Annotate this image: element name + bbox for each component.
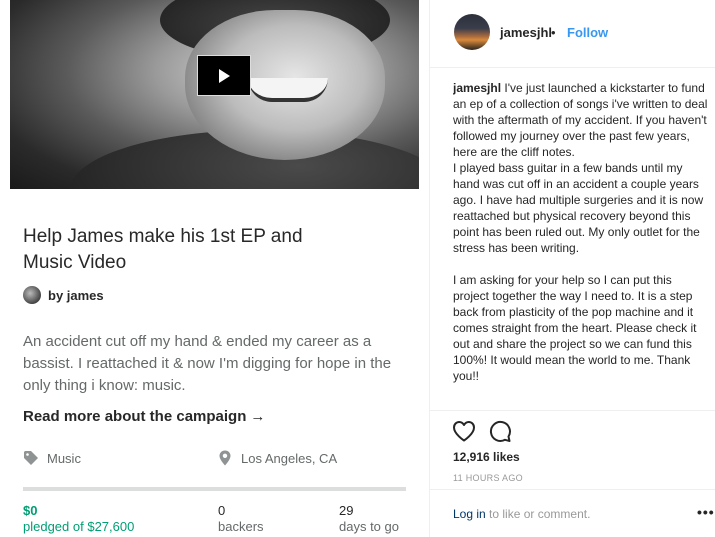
backers-label: backers — [218, 519, 264, 534]
read-more-link[interactable]: Read more about the campaign → — [23, 408, 265, 425]
play-button[interactable] — [197, 55, 251, 96]
kickstarter-card: Help James make his 1st EP and Music Vid… — [0, 0, 428, 537]
location-link[interactable]: Los Angeles, CA — [217, 450, 337, 466]
arrow-right-icon: → — [250, 408, 266, 425]
category-label: Music — [47, 450, 81, 466]
location-label: Los Angeles, CA — [241, 450, 338, 466]
pledged-amount: $0 — [23, 503, 38, 518]
instagram-panel: jamesjhl • Follow jamesjhl I've just lau… — [429, 0, 715, 537]
more-options-icon[interactable]: ••• — [697, 504, 715, 520]
user-avatar[interactable] — [454, 14, 490, 50]
follow-button[interactable]: Follow — [567, 25, 608, 40]
post-caption[interactable]: jamesjhl I've just launched a kickstarte… — [453, 80, 711, 408]
campaign-blurb: An accident cut off my hand & ended my c… — [23, 333, 392, 394]
login-divider — [430, 489, 715, 490]
stat-backers: 0 backers — [218, 503, 264, 535]
backers-count: 0 — [218, 503, 226, 518]
funding-progress-bar — [23, 487, 406, 491]
heart-icon[interactable] — [452, 420, 476, 442]
caption-text: I've just launched a kickstarter to fund… — [453, 81, 708, 383]
login-prompt-text: to like or comment. — [485, 507, 591, 521]
days-label: days to go — [339, 519, 399, 534]
stat-pledged: $0 pledged of $27,600 — [23, 503, 134, 535]
category-link[interactable]: Music — [23, 450, 81, 466]
post-header: jamesjhl • Follow — [430, 0, 715, 68]
actions-divider — [430, 410, 715, 411]
separator-dot: • — [551, 25, 556, 40]
campaign-meta: Music Los Angeles, CA — [23, 450, 408, 470]
days-count: 29 — [339, 503, 354, 518]
video-smile-shape — [248, 78, 328, 102]
pledged-label: pledged of $27,600 — [23, 519, 135, 534]
username-link[interactable]: jamesjhl — [500, 25, 552, 40]
stat-days: 29 days to go — [339, 503, 399, 535]
campaign-title[interactable]: Help James make his 1st EP and Music Vid… — [23, 224, 343, 276]
creator-name: by james — [48, 287, 104, 303]
login-prompt: Log in to like or comment. — [453, 507, 590, 521]
read-more-label: Read more about the campaign — [23, 408, 247, 425]
location-pin-icon — [219, 450, 231, 466]
creator-avatar — [23, 286, 41, 304]
comment-icon[interactable] — [488, 419, 512, 443]
campaign-video[interactable] — [10, 0, 419, 189]
caption-username[interactable]: jamesjhl — [453, 81, 501, 95]
tag-icon — [24, 451, 38, 465]
login-link[interactable]: Log in — [453, 507, 486, 521]
post-timestamp[interactable]: 11 HOURS AGO — [453, 473, 523, 483]
play-icon — [219, 68, 230, 83]
likes-count[interactable]: 12,916 likes — [453, 450, 520, 464]
campaign-stats: $0 pledged of $27,600 0 backers 29 days … — [23, 503, 413, 537]
creator-byline[interactable]: by james — [23, 286, 104, 304]
